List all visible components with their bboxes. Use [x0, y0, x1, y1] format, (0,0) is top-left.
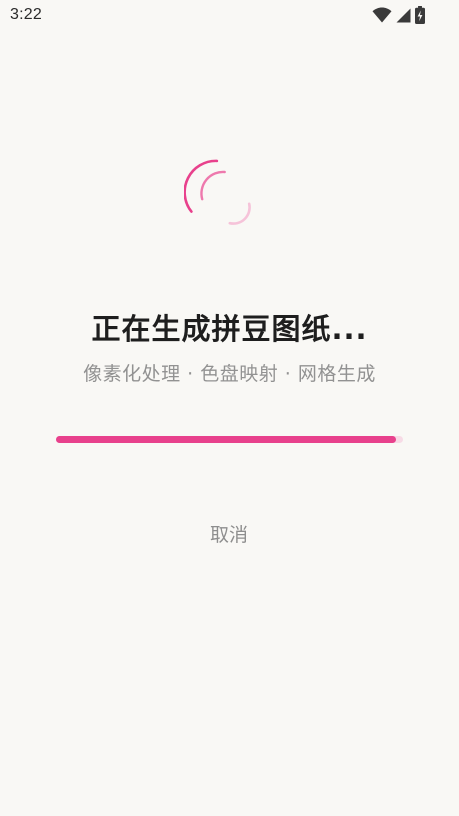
status-icons — [372, 6, 425, 24]
battery-charging-icon — [415, 6, 425, 24]
status-bar: 3:22 — [0, 0, 459, 32]
wifi-icon — [372, 7, 392, 23]
progress-bar — [56, 436, 403, 443]
loading-title: 正在生成拼豆图纸... — [91, 312, 368, 346]
status-time: 3:22 — [10, 6, 42, 23]
cellular-signal-icon — [396, 8, 411, 23]
cancel-button[interactable]: 取消 — [189, 518, 269, 552]
progress-bar-fill — [56, 436, 397, 443]
loading-spinner-icon — [183, 158, 252, 226]
loading-steps-subtitle: 像素化处理 · 色盘映射 · 网格生成 — [83, 363, 376, 385]
